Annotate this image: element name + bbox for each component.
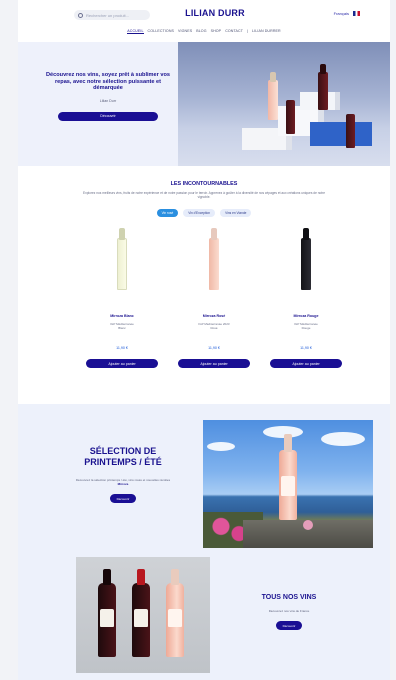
bottle-label: [281, 476, 295, 496]
nav-item-blog[interactable]: Blog: [196, 29, 206, 34]
product-color: Rosé: [210, 326, 218, 330]
main-nav: Accueil Collections Vignes Blog Shop Con…: [18, 29, 390, 34]
flag-icon: [353, 11, 360, 16]
all-wines-discover-button[interactable]: Découvrir: [276, 621, 302, 630]
product-image[interactable]: [266, 222, 346, 308]
product-image[interactable]: [174, 222, 254, 308]
hero-subtitle: Lilian Durr: [99, 98, 117, 103]
white-wine-bottle: [117, 238, 127, 290]
nav-item-collections[interactable]: Collections: [148, 29, 174, 34]
category-tabs: Vin rosé Vin d'Exception Vins en Viande: [18, 209, 390, 217]
bottle-neck: [211, 228, 217, 240]
spring-image: [203, 420, 373, 548]
add-to-cart-button[interactable]: Ajouter au panier: [270, 359, 342, 368]
hero-discover-button[interactable]: Découvrir: [58, 111, 158, 121]
product-card[interactable]: Mirroza Blanc IGP Méditerranée Blanc 11,…: [82, 222, 162, 370]
red-bottle: [346, 114, 355, 148]
hero-title: Découvrez nos vins, soyez prêt à sublime…: [45, 72, 171, 92]
bottle-neck: [303, 228, 309, 240]
bottle-neck: [137, 569, 145, 585]
bottle-label: [168, 609, 182, 627]
rose-bottle: [268, 80, 278, 120]
hero-image: [178, 42, 390, 166]
hero-section: Découvrez nos vins, soyez prêt à sublime…: [18, 42, 390, 166]
tab-vin-exception[interactable]: Vin d'Exception: [183, 209, 216, 217]
all-wines-text: TOUS NOS VINS Découvrez nos vins de Fran…: [234, 594, 344, 630]
nav-item-accueil[interactable]: Accueil: [127, 29, 144, 34]
product-name[interactable]: Mirroza Rosé: [174, 314, 254, 318]
bottle-neck: [320, 64, 326, 74]
product-price: 11,90 €: [208, 346, 220, 350]
incontournables-title: LES INCONTOURNABLES: [170, 181, 238, 187]
language-selector[interactable]: Français: [334, 11, 360, 16]
bottle-neck: [103, 569, 111, 585]
spring-summer-section: SÉLECTION DE PRINTEMPS / ÉTÉ Découvrez l…: [18, 404, 390, 680]
display-block: [310, 122, 372, 146]
nav-item-shop[interactable]: Shop: [211, 29, 222, 34]
bottle-neck: [284, 434, 292, 452]
product-name[interactable]: Mirroza Blanc: [82, 314, 162, 318]
spring-title: SÉLECTION DE PRINTEMPS / ÉTÉ: [84, 446, 162, 467]
site-header: Rechercher un produit... LILIAN DURR Fra…: [18, 0, 390, 42]
product-price: 11,90 €: [300, 346, 312, 350]
product-card[interactable]: Mirroza Rouge IGP Méditerranée Rouge 11,…: [266, 222, 346, 370]
incontournables-description: Explorez nos meilleurs vins, fruits de n…: [82, 191, 326, 200]
product-name[interactable]: Mirroza Rouge: [266, 314, 346, 318]
rose-flower: [303, 520, 313, 530]
nav-separator: |: [247, 29, 249, 33]
bottle-label: [100, 609, 114, 627]
all-wines-title: TOUS NOS VINS: [261, 594, 317, 601]
search-input[interactable]: Rechercher un produit...: [74, 10, 150, 20]
cloud: [263, 426, 303, 438]
spring-description-bold: Mirroza: [117, 482, 129, 486]
page: Rechercher un produit... LILIAN DURR Fra…: [18, 0, 390, 680]
product-meta: IGP Méditerranée Rouge: [266, 322, 346, 330]
nav-item-vignes[interactable]: Vignes: [178, 29, 192, 34]
spring-discover-button[interactable]: Découvrir: [110, 494, 136, 503]
bottle-label: [134, 609, 148, 627]
spring-description: Découvrez la sélection printemps / été, …: [70, 478, 176, 486]
nav-item-contact[interactable]: Contact: [225, 29, 243, 34]
cloud: [321, 432, 365, 446]
product-color: Blanc: [118, 326, 126, 330]
tab-vin-rose[interactable]: Vin rosé: [156, 209, 179, 217]
product-meta: IGP Méditerranée 2023 Rosé: [174, 322, 254, 330]
bottle-neck: [171, 569, 179, 585]
add-to-cart-button[interactable]: Ajouter au panier: [86, 359, 158, 368]
language-label: Français: [333, 11, 349, 16]
product-image[interactable]: [82, 222, 162, 308]
all-wines-image: [76, 557, 210, 673]
bottle-neck: [270, 72, 276, 82]
cloud: [207, 442, 235, 451]
product-card[interactable]: Mirroza Rosé IGP Méditerranée 2023 Rosé …: [174, 222, 254, 370]
red-wine-bottle: [301, 238, 311, 290]
hero-text: Découvrez nos vins, soyez prêt à sublime…: [44, 72, 172, 121]
red-bottle: [318, 72, 328, 110]
search-placeholder: Rechercher un produit...: [86, 12, 129, 18]
product-color: Rouge: [301, 326, 311, 330]
product-meta: IGP Méditerranée Blanc: [82, 322, 162, 330]
nav-item-lilian-durrer[interactable]: Lilian Durrer: [252, 29, 281, 34]
rose-wine-bottle: [209, 238, 219, 290]
product-price: 11,90 €: [116, 346, 128, 350]
add-to-cart-button[interactable]: Ajouter au panier: [178, 359, 250, 368]
all-wines-description: Découvrez nos vins de France: [268, 609, 310, 613]
spring-text: SÉLECTION DE PRINTEMPS / ÉTÉ Découvrez l…: [70, 446, 176, 503]
tab-vins-viande[interactable]: Vins en Viande: [220, 209, 252, 217]
bottle-neck: [119, 228, 125, 240]
search-icon: [78, 12, 83, 18]
brand-logo[interactable]: LILIAN DURR: [185, 8, 245, 18]
red-bottle: [286, 100, 295, 134]
